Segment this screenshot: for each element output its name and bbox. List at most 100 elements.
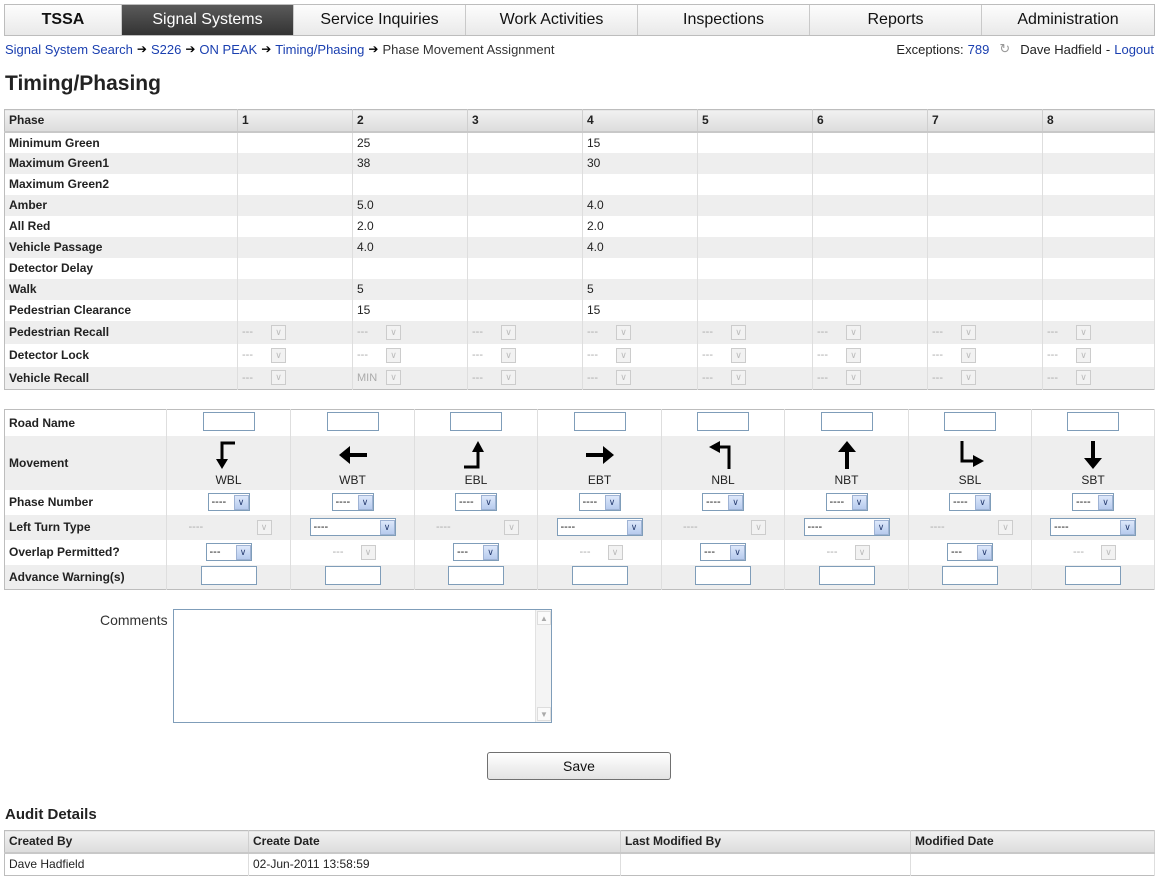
chevron-down-icon[interactable]: ∨ <box>975 494 990 510</box>
timing-cell[interactable] <box>812 215 928 237</box>
advance-warning-input[interactable] <box>818 565 875 585</box>
chevron-down-icon[interactable]: ∨ <box>235 544 251 560</box>
advance-warning-input[interactable] <box>200 565 257 585</box>
timing-cell[interactable]: 5 <box>352 278 468 300</box>
phase-number-select[interactable]: ---- ∨ <box>578 493 621 511</box>
scroll-up-icon[interactable]: ▲ <box>537 611 551 625</box>
refresh-icon[interactable]: ↻ <box>999 41 1010 57</box>
nav-tab-tssa[interactable]: TSSA <box>5 5 122 35</box>
timing-cell[interactable]: 5.0 <box>352 194 468 216</box>
chevron-down-icon[interactable]: ∨ <box>604 494 620 510</box>
timing-cell[interactable] <box>812 152 928 174</box>
timing-cell[interactable] <box>467 299 583 321</box>
breadcrumb-link[interactable]: ON PEAK <box>199 42 257 57</box>
timing-cell[interactable] <box>812 236 928 258</box>
timing-cell[interactable] <box>352 257 468 279</box>
nav-tab-service-inquiries[interactable]: Service Inquiries <box>294 5 466 35</box>
phase-number-select[interactable]: ---- ∨ <box>1072 493 1114 511</box>
timing-cell[interactable] <box>697 131 813 153</box>
breadcrumb-link[interactable]: Timing/Phasing <box>275 42 364 57</box>
timing-cell[interactable]: 2.0 <box>352 215 468 237</box>
timing-cell[interactable] <box>927 194 1043 216</box>
timing-cell[interactable] <box>927 299 1043 321</box>
timing-cell[interactable] <box>927 152 1043 174</box>
timing-cell[interactable] <box>927 257 1043 279</box>
timing-cell[interactable] <box>582 173 698 195</box>
chevron-down-icon[interactable]: ∨ <box>728 494 743 510</box>
timing-cell[interactable] <box>1042 236 1155 258</box>
timing-cell[interactable] <box>1042 152 1155 174</box>
timing-cell[interactable] <box>237 152 353 174</box>
chevron-down-icon[interactable]: ∨ <box>626 519 642 535</box>
timing-cell[interactable] <box>237 299 353 321</box>
chevron-down-icon[interactable]: ∨ <box>357 494 373 510</box>
chevron-down-icon[interactable]: ∨ <box>851 494 867 510</box>
nav-tab-work-activities[interactable]: Work Activities <box>466 5 638 35</box>
nav-tab-reports[interactable]: Reports <box>810 5 982 35</box>
road-name-input[interactable] <box>326 411 379 431</box>
timing-cell[interactable] <box>582 257 698 279</box>
phase-number-select[interactable]: ---- ∨ <box>825 493 868 511</box>
chevron-down-icon[interactable]: ∨ <box>483 544 498 560</box>
breadcrumb-link[interactable]: S226 <box>151 42 181 57</box>
phase-number-select[interactable]: ---- ∨ <box>949 493 991 511</box>
timing-cell[interactable] <box>927 215 1043 237</box>
advance-warning-input[interactable] <box>942 565 998 585</box>
timing-cell[interactable]: 4.0 <box>582 194 698 216</box>
timing-cell[interactable]: 15 <box>582 131 698 153</box>
timing-cell[interactable] <box>237 257 353 279</box>
timing-cell[interactable] <box>697 215 813 237</box>
timing-cell[interactable] <box>352 173 468 195</box>
timing-cell[interactable] <box>237 194 353 216</box>
timing-cell[interactable]: 4.0 <box>582 236 698 258</box>
advance-warning-input[interactable] <box>571 565 628 585</box>
timing-cell[interactable] <box>237 215 353 237</box>
chevron-down-icon[interactable]: ∨ <box>1098 494 1113 510</box>
timing-cell[interactable] <box>467 257 583 279</box>
timing-cell[interactable] <box>237 173 353 195</box>
left-turn-type-select[interactable]: ---- ∨ <box>309 518 396 536</box>
timing-cell[interactable] <box>467 152 583 174</box>
timing-cell[interactable] <box>467 236 583 258</box>
chevron-down-icon[interactable]: ∨ <box>1120 519 1135 535</box>
nav-tab-inspections[interactable]: Inspections <box>638 5 810 35</box>
timing-cell[interactable] <box>1042 173 1155 195</box>
timing-cell[interactable] <box>697 152 813 174</box>
chevron-down-icon[interactable]: ∨ <box>481 494 496 510</box>
timing-cell[interactable] <box>1042 131 1155 153</box>
advance-warning-input[interactable] <box>324 565 381 585</box>
road-name-input[interactable] <box>820 411 873 431</box>
comments-scrollbar[interactable]: ▲ ▼ <box>535 610 551 722</box>
timing-cell[interactable]: 15 <box>352 299 468 321</box>
timing-cell[interactable] <box>1042 194 1155 216</box>
overlap-permitted-select[interactable]: --- ∨ <box>947 543 993 561</box>
chevron-down-icon[interactable]: ∨ <box>730 544 745 560</box>
road-name-input[interactable] <box>944 411 996 431</box>
phase-number-select[interactable]: ---- ∨ <box>331 493 374 511</box>
chevron-down-icon[interactable]: ∨ <box>379 519 395 535</box>
road-name-input[interactable] <box>202 411 255 431</box>
timing-cell[interactable] <box>927 173 1043 195</box>
timing-cell[interactable] <box>697 194 813 216</box>
comments-textarea[interactable]: ▲ ▼ <box>173 609 552 723</box>
timing-cell[interactable]: 38 <box>352 152 468 174</box>
timing-cell[interactable] <box>1042 257 1155 279</box>
timing-cell[interactable] <box>467 131 583 153</box>
timing-cell[interactable]: 2.0 <box>582 215 698 237</box>
breadcrumb-link[interactable]: Signal System Search <box>5 42 133 57</box>
advance-warning-input[interactable] <box>695 565 751 585</box>
road-name-input[interactable] <box>573 411 626 431</box>
timing-cell[interactable] <box>812 173 928 195</box>
timing-cell[interactable] <box>697 173 813 195</box>
nav-tab-administration[interactable]: Administration <box>982 5 1154 35</box>
timing-cell[interactable]: 15 <box>582 299 698 321</box>
timing-cell[interactable] <box>927 131 1043 153</box>
timing-cell[interactable] <box>237 236 353 258</box>
timing-cell[interactable] <box>467 173 583 195</box>
timing-cell[interactable] <box>927 236 1043 258</box>
overlap-permitted-select[interactable]: --- ∨ <box>205 543 252 561</box>
road-name-input[interactable] <box>1067 411 1119 431</box>
road-name-input[interactable] <box>450 411 502 431</box>
chevron-down-icon[interactable]: ∨ <box>873 519 889 535</box>
timing-cell[interactable] <box>467 278 583 300</box>
